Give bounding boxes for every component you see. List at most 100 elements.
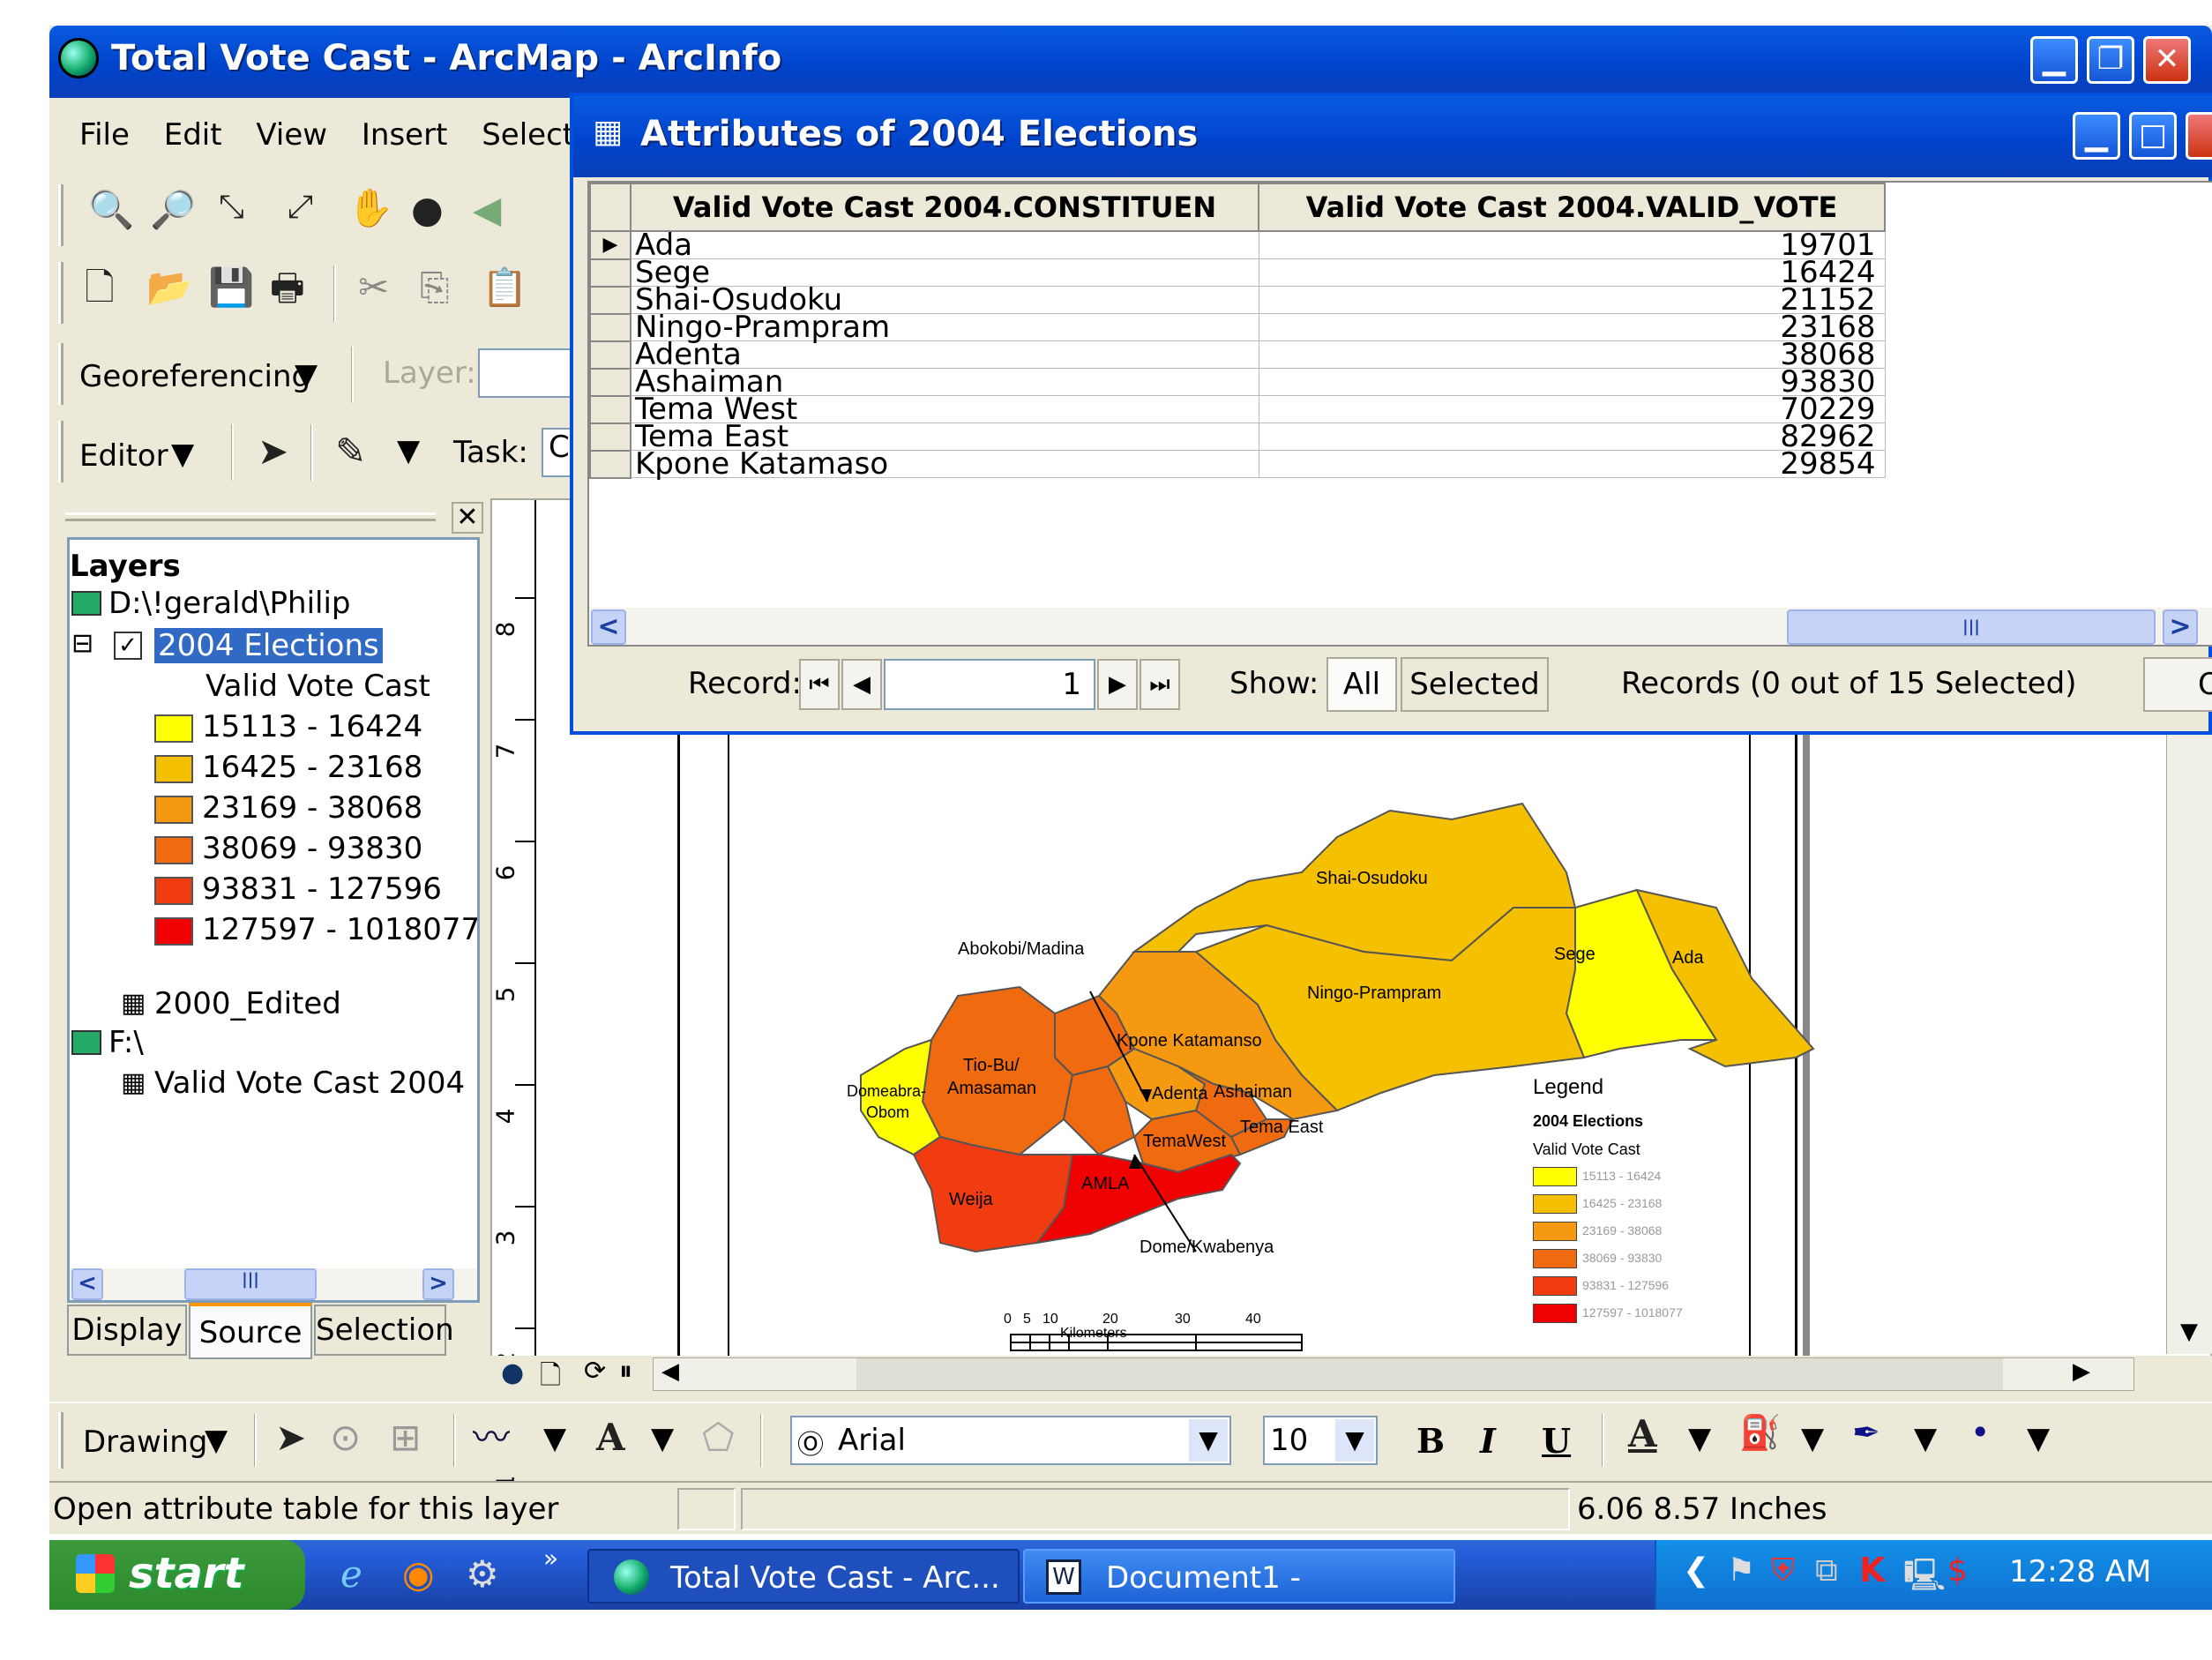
source-path-d[interactable]: D:\!gerald\Philip xyxy=(108,586,351,621)
attr-maximize-button[interactable]: □ xyxy=(2129,112,2177,160)
chevron-down-icon[interactable]: ▼ xyxy=(1801,1421,1824,1456)
tab-source[interactable]: Source xyxy=(189,1303,312,1359)
menu-edit[interactable]: Edit xyxy=(164,117,222,153)
text-tool-icon[interactable]: A xyxy=(596,1419,625,1456)
menu-insert[interactable]: Insert xyxy=(362,117,448,153)
table-valid-vote-cast-2004[interactable]: Valid Vote Cast 2004 xyxy=(154,1066,465,1101)
layout-view-page-icon[interactable]: 🗋 xyxy=(540,1356,561,1401)
scroll-right-button[interactable]: ▶ xyxy=(2065,1358,2098,1390)
menu-file[interactable]: File xyxy=(79,117,130,153)
toolbar-grip[interactable] xyxy=(58,421,64,482)
chevron-down-icon[interactable]: ▼ xyxy=(1189,1419,1228,1462)
table-2000-edited[interactable]: 2000_Edited xyxy=(154,986,341,1021)
italic-button[interactable]: I xyxy=(1480,1421,1496,1461)
chevron-down-icon[interactable]: ▼ xyxy=(1914,1421,1937,1456)
attr-minimize-button[interactable]: ▁ xyxy=(2073,112,2120,160)
data-view-globe-icon[interactable]: ● xyxy=(501,1357,524,1388)
cut-icon[interactable]: ✂ xyxy=(358,269,389,306)
toolbar-grip[interactable] xyxy=(58,343,64,405)
chevron-right-icon[interactable]: » xyxy=(543,1544,558,1573)
refresh-icon[interactable]: ⟳ xyxy=(584,1356,606,1387)
last-record-button[interactable]: ⏭ xyxy=(1140,659,1180,710)
legend-swatch[interactable] xyxy=(154,714,193,743)
chevron-down-icon[interactable]: ▼ xyxy=(397,433,420,468)
legend-swatch[interactable] xyxy=(154,755,193,783)
record-number-input[interactable]: 1 xyxy=(884,659,1095,710)
menu-view[interactable]: View xyxy=(256,117,327,153)
tray-chevron-icon[interactable]: ❮ xyxy=(1683,1552,1709,1589)
tray-k-icon[interactable]: K xyxy=(1859,1551,1885,1589)
map-horizontal-scrollbar[interactable]: ◀ ▶ xyxy=(653,1357,2134,1391)
chevron-down-icon[interactable]: ▼ xyxy=(2027,1421,2050,1456)
scroll-thumb[interactable]: ||| xyxy=(1787,609,2156,645)
tray-icon[interactable]: ⚑ xyxy=(1727,1552,1755,1589)
grid-horizontal-scrollbar[interactable]: < ||| > xyxy=(589,608,2212,645)
cell-constituency[interactable]: Kpone Katamaso xyxy=(630,449,1259,479)
sketch-pencil-icon[interactable]: ✎ xyxy=(335,433,366,470)
options-button[interactable]: O xyxy=(2143,657,2212,712)
taskbar-btn-arcmap[interactable]: Total Vote Cast - Arc... xyxy=(587,1549,1020,1604)
line-tool-icon[interactable]: 〰 xyxy=(473,1419,510,1456)
scroll-left-button[interactable]: ◀ xyxy=(654,1358,687,1390)
minimize-button[interactable]: ▁ xyxy=(2030,36,2078,84)
chevron-down-icon[interactable]: ▼ xyxy=(651,1421,674,1456)
scroll-thumb[interactable]: ||| xyxy=(184,1268,317,1300)
edit-tool-arrow-icon[interactable]: ➤ xyxy=(258,433,288,470)
pan-icon[interactable]: ✋ xyxy=(347,190,393,227)
current-row-indicator[interactable]: ▶ xyxy=(589,230,631,260)
cell-valid-vote[interactable]: 29854 xyxy=(1258,449,1886,479)
scroll-right-button[interactable]: > xyxy=(422,1268,454,1300)
legend-swatch[interactable] xyxy=(154,796,193,824)
font-dropdown[interactable]: Ⓞ Arial ▼ xyxy=(790,1416,1231,1465)
fill-color-icon[interactable]: ⛽ xyxy=(1739,1416,1781,1449)
save-icon[interactable]: 💾 xyxy=(208,269,254,306)
rotate-icon[interactable]: ⊙ xyxy=(330,1419,361,1456)
chevron-down-icon[interactable]: ▼ xyxy=(295,357,318,393)
fixed-zoom-out-icon[interactable]: ⤢ xyxy=(288,191,313,223)
tab-selection[interactable]: Selection xyxy=(314,1305,454,1356)
attr-close-button[interactable] xyxy=(2186,112,2212,160)
scroll-down-button[interactable]: ▼ xyxy=(2167,1319,2211,1352)
layers-frame-label[interactable]: Layers xyxy=(70,549,181,584)
column-header-constituen[interactable]: Valid Vote Cast 2004.CONSTITUEN xyxy=(630,183,1259,232)
close-button[interactable]: ✕ xyxy=(2143,36,2191,84)
bold-button[interactable]: B xyxy=(1416,1421,1445,1461)
row-selector[interactable] xyxy=(589,449,631,479)
row-selector[interactable] xyxy=(589,394,631,424)
show-selected-button[interactable]: Selected xyxy=(1401,657,1549,712)
editor-menu[interactable]: Editor xyxy=(79,438,168,474)
row-selector[interactable] xyxy=(589,285,631,315)
zoom-to-selected-icon[interactable]: ⊞ xyxy=(390,1419,421,1456)
zoom-in-icon[interactable]: 🔍 xyxy=(88,191,134,228)
select-elements-arrow-icon[interactable]: ➤ xyxy=(275,1419,306,1456)
layer-2004-elections[interactable]: 2004 Elections xyxy=(154,628,383,663)
table-row[interactable]: Kpone Katamaso 29854 xyxy=(589,449,1886,479)
open-folder-icon[interactable]: 📂 xyxy=(146,269,192,306)
chevron-down-icon[interactable]: ▼ xyxy=(543,1421,566,1456)
full-extent-globe-icon[interactable]: ● xyxy=(411,191,444,228)
new-document-icon[interactable]: 🗋 xyxy=(85,269,115,306)
row-selector[interactable] xyxy=(589,312,631,342)
first-record-button[interactable]: ⏮ xyxy=(799,659,840,710)
source-path-f[interactable]: F:\ xyxy=(108,1025,144,1060)
cell-constituency[interactable]: Ada xyxy=(630,230,1259,260)
tab-display[interactable]: Display xyxy=(67,1305,187,1356)
collapse-icon[interactable]: ⊟ xyxy=(71,628,93,659)
panel-grip[interactable] xyxy=(65,512,436,521)
row-selector[interactable] xyxy=(589,340,631,370)
georeferencing-menu[interactable]: Georeferencing xyxy=(79,359,310,394)
legend-swatch[interactable] xyxy=(154,917,193,946)
chevron-down-icon[interactable]: ▼ xyxy=(1335,1419,1374,1462)
show-all-button[interactable]: All xyxy=(1326,657,1397,712)
underline-button[interactable]: U xyxy=(1542,1421,1571,1461)
table-row[interactable]: ▶ Ada 19701 xyxy=(589,230,1886,260)
app-icon[interactable]: ⚙ xyxy=(466,1552,499,1596)
print-icon[interactable]: 🖶 xyxy=(270,269,305,306)
next-record-button[interactable]: ▶ xyxy=(1097,659,1138,710)
pause-drawing-icon[interactable]: ⏸ xyxy=(619,1356,632,1387)
toolbar-grip[interactable] xyxy=(58,1412,64,1469)
restore-button[interactable]: ❐ xyxy=(2087,36,2134,84)
scroll-left-button[interactable]: < xyxy=(71,1268,103,1300)
tray-computer-icon[interactable]: 🖳 xyxy=(1903,1552,1946,1606)
toolbar-grip[interactable] xyxy=(58,184,64,246)
